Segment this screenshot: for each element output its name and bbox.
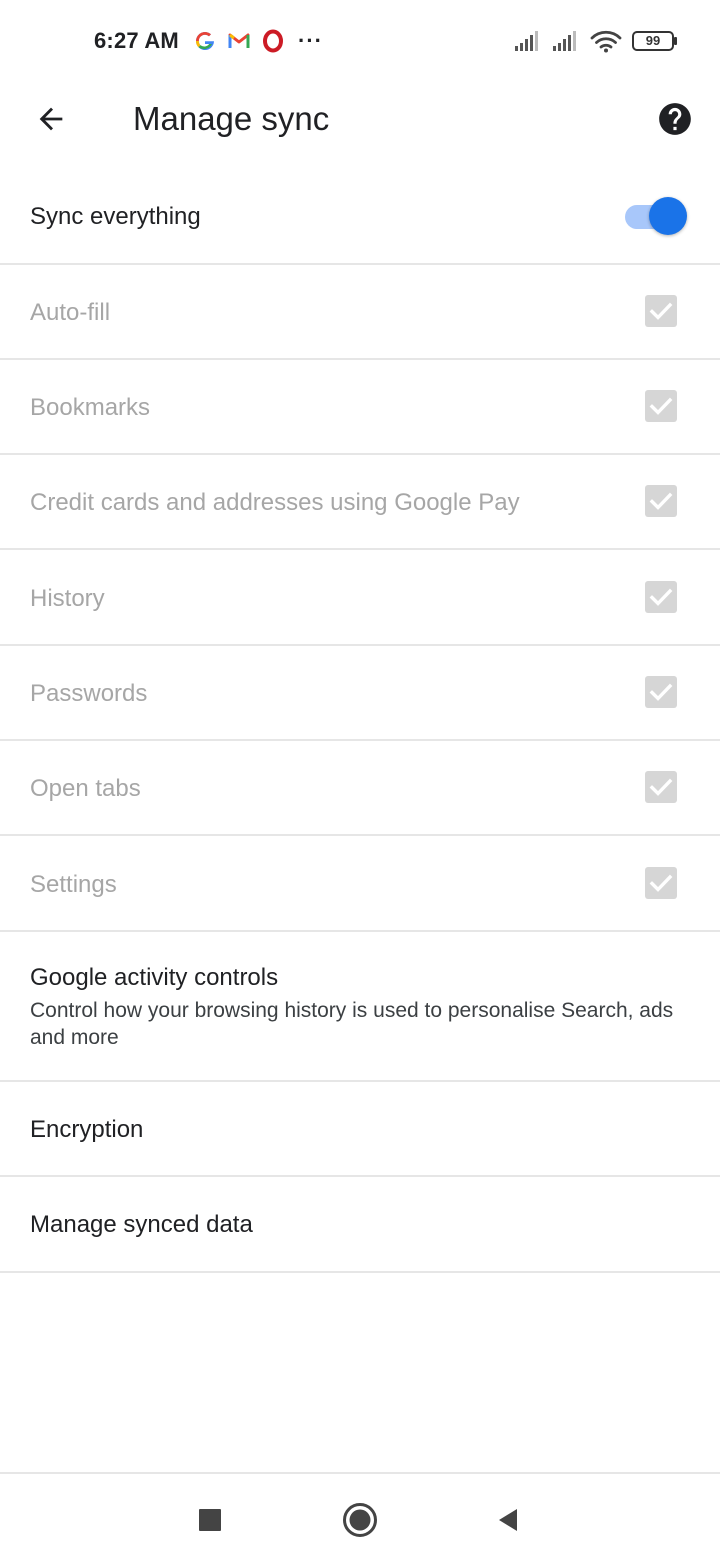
back-button[interactable] [28, 96, 74, 142]
encryption-row[interactable]: Encryption [0, 1082, 720, 1177]
sync-item-passwords[interactable]: Passwords [0, 646, 720, 741]
sync-everything-toggle[interactable] [625, 197, 687, 237]
system-navigation-bar [0, 1472, 720, 1560]
cell-signal-icon [553, 31, 576, 51]
battery-level: 99 [645, 33, 661, 48]
activity-controls-subtitle: Control how your browsing history is use… [30, 999, 674, 1049]
sync-item-bookmarks[interactable]: Bookmarks [0, 360, 720, 455]
sync-item-label: History [30, 585, 105, 612]
sync-item-label: Bookmarks [30, 394, 151, 421]
wifi-icon [590, 30, 622, 53]
status-right-icons: 99 [514, 26, 678, 56]
encryption-label: Encryption [30, 1116, 144, 1143]
sync-everything-label: Sync everything [30, 203, 201, 230]
arrow-back-icon [39, 107, 63, 131]
checkbox-checked-icon[interactable] [644, 675, 678, 709]
recents-button[interactable] [190, 1500, 230, 1540]
status-time: 6:27 AM [94, 28, 179, 53]
sync-item-history[interactable]: History [0, 550, 720, 646]
checkbox-checked-icon[interactable] [644, 770, 678, 804]
sync-item-label: Passwords [30, 680, 148, 707]
checkbox-checked-icon[interactable] [644, 484, 678, 518]
status-bar: 6:27 AM ··· 99 [0, 0, 720, 84]
sync-item-autofill[interactable]: Auto-fill [0, 265, 720, 360]
opera-icon [263, 29, 283, 53]
gmail-icon [228, 33, 250, 48]
sync-item-settings[interactable]: Settings [0, 836, 720, 932]
help-button[interactable] [656, 100, 694, 138]
back-triangle-icon [499, 1509, 517, 1531]
more-notifications-indicator: ··· [298, 28, 323, 53]
sync-item-label: Open tabs [30, 775, 141, 802]
back-nav-button[interactable] [488, 1500, 528, 1540]
page-title: Manage sync [133, 100, 330, 137]
sync-item-open-tabs[interactable]: Open tabs [0, 741, 720, 836]
sync-item-credit-cards[interactable]: Credit cards and addresses using Google … [0, 455, 720, 550]
checkbox-checked-icon[interactable] [644, 389, 678, 423]
checkbox-checked-icon[interactable] [644, 866, 678, 900]
activity-controls-title: Google activity controls [30, 964, 279, 991]
manage-synced-data-row[interactable]: Manage synced data [0, 1177, 720, 1273]
help-circle-icon [659, 103, 691, 135]
battery-icon: 99 [632, 30, 678, 52]
sync-item-label: Auto-fill [30, 299, 111, 326]
home-button[interactable] [340, 1500, 380, 1540]
checkbox-checked-icon[interactable] [644, 580, 678, 614]
home-circle-icon [343, 1503, 377, 1537]
google-g-icon [195, 32, 214, 51]
toggle-thumb [649, 197, 687, 235]
sync-item-label: Credit cards and addresses using Google … [30, 489, 520, 516]
sync-item-label: Settings [30, 871, 117, 898]
notification-icons: ··· [192, 28, 323, 54]
manage-synced-data-label: Manage synced data [30, 1211, 253, 1238]
app-bar: Manage sync [0, 84, 720, 154]
checkbox-checked-icon[interactable] [644, 294, 678, 328]
sync-everything-row[interactable]: Sync everything [0, 170, 720, 265]
cell-signal-icon [515, 31, 538, 51]
recents-square-icon [199, 1509, 221, 1531]
